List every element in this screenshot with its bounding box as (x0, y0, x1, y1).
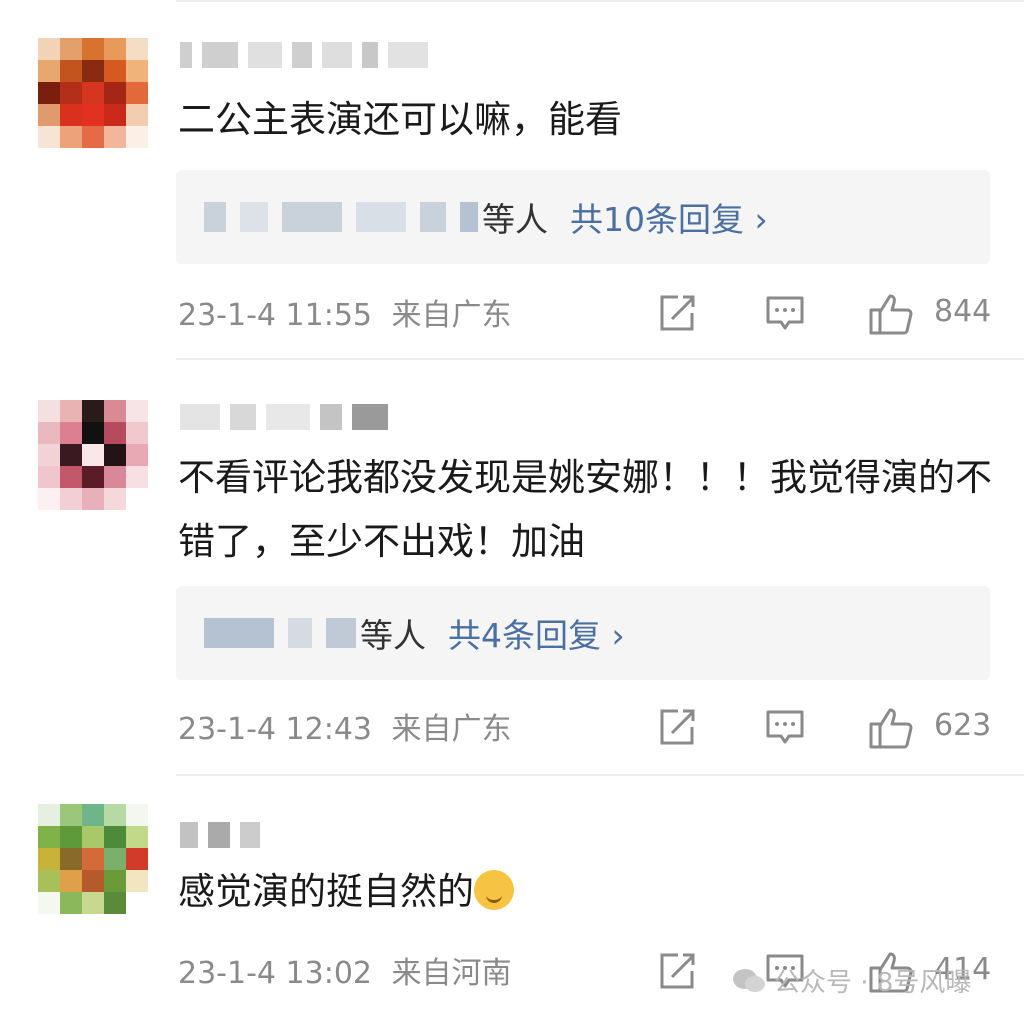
comment-icon[interactable] (764, 292, 806, 334)
timestamp: 23-1-4 11:55 (178, 298, 372, 333)
reply-users-suffix: 等人 (360, 616, 426, 655)
comment-divider (176, 774, 1024, 776)
username-blurred[interactable] (180, 400, 388, 434)
comment-meta: 23-1-4 12:43 来自广东 (178, 710, 512, 750)
like-count: 844 (934, 294, 992, 329)
avatar[interactable] (38, 38, 148, 148)
share-icon[interactable] (656, 706, 698, 748)
watermark: 公众号 · 8号风曝 (732, 962, 971, 999)
like-count: 623 (934, 708, 992, 743)
view-replies-link[interactable]: 共4条回复 › (448, 609, 625, 657)
comment-meta: 23-1-4 13:02 来自河南 (178, 954, 512, 994)
share-icon[interactable] (656, 292, 698, 334)
top-divider (176, 0, 1024, 2)
comment-text: 感觉演的挺自然的 (178, 860, 998, 924)
location: 来自广东 (391, 298, 512, 333)
comment-text: 不看评论我都没发现是姚安娜！！！我觉得演的不错了，至少不出戏！加油 (178, 456, 992, 563)
replies-preview[interactable]: 等人 共10条回复 › (176, 170, 990, 264)
comment-text: 二公主表演还可以嘛，能看 (178, 98, 622, 141)
share-icon[interactable] (656, 950, 698, 992)
thumb-up-icon[interactable] (868, 706, 914, 750)
reply-users-blurred (204, 202, 478, 232)
avatar[interactable] (38, 804, 148, 914)
timestamp: 23-1-4 13:02 (178, 956, 372, 991)
view-replies-link[interactable]: 共10条回复 › (570, 193, 768, 241)
watermark-text: 公众号 · 8号风曝 (774, 968, 972, 998)
replies-preview[interactable]: 等人 共4条回复 › (176, 586, 990, 680)
action-bar: 844 (650, 292, 992, 338)
shy-face-emoji-icon (474, 870, 514, 910)
location: 来自广东 (391, 712, 512, 747)
comment-divider (176, 358, 1024, 360)
reply-users-suffix: 等人 (482, 200, 548, 239)
location: 来自河南 (391, 956, 512, 991)
thumb-up-icon[interactable] (868, 292, 914, 336)
wechat-icon (733, 968, 765, 992)
comment-icon[interactable] (764, 706, 806, 748)
username-blurred[interactable] (180, 38, 428, 72)
comment-text-content: 感觉演的挺自然的 (178, 870, 474, 913)
timestamp: 23-1-4 12:43 (178, 712, 372, 747)
avatar[interactable] (38, 400, 148, 510)
comment-meta: 23-1-4 11:55 来自广东 (178, 296, 512, 336)
reply-users-blurred (204, 618, 356, 648)
action-bar: 623 (650, 706, 992, 752)
username-blurred[interactable] (180, 818, 260, 852)
